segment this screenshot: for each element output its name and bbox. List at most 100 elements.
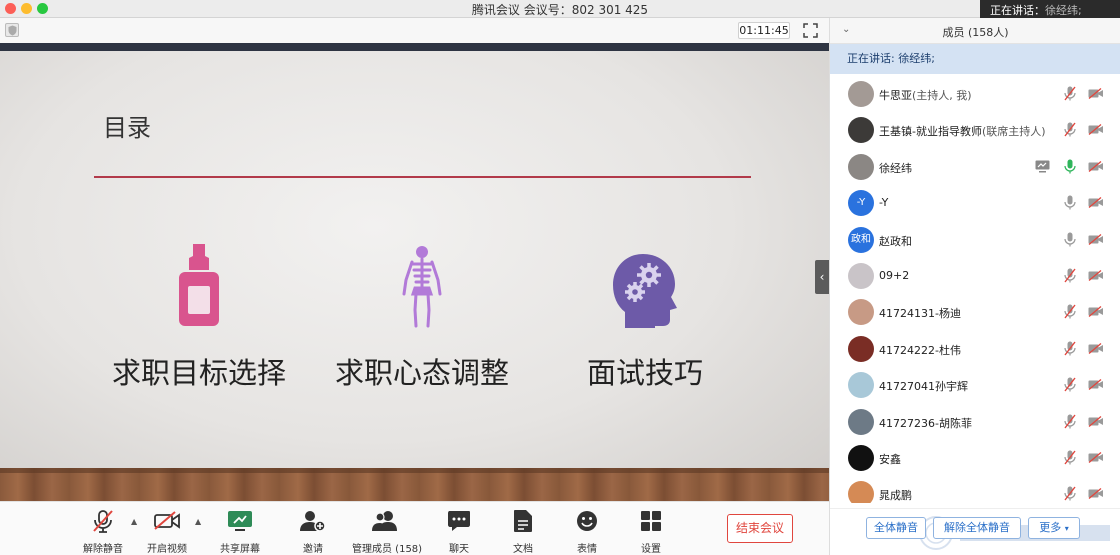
more-button[interactable]: 更多 ▾ (1028, 517, 1080, 539)
slide-divider (94, 176, 751, 178)
member-row[interactable]: 41724222-杜伟 (830, 331, 1120, 367)
members-panel-header: ⌄ 成员 (158人) (830, 18, 1120, 44)
member-row[interactable]: 安鑫 (830, 440, 1120, 476)
share-screen-label: 共享屏幕 (220, 544, 260, 555)
member-row[interactable]: 徐经纬 (830, 149, 1120, 185)
member-avatar (848, 335, 874, 362)
member-name: 41727236-胡陈菲 (879, 416, 972, 430)
camera-off-icon[interactable] (1088, 342, 1104, 354)
video-toolbar: 01:11:45 (0, 18, 829, 43)
fullscreen-icon[interactable] (803, 23, 818, 38)
security-shield-icon[interactable] (5, 23, 19, 37)
mic-muted-icon[interactable] (1064, 122, 1076, 137)
member-row[interactable]: 王基镇-就业指导教师(联席主持人) (830, 112, 1120, 148)
manage-members-button[interactable]: 管理成员 (158) (352, 508, 423, 555)
more-label: 更多 (1039, 521, 1062, 534)
start-video-label: 开启视频 (147, 544, 187, 555)
docs-label: 文档 (513, 544, 533, 555)
camera-off-icon[interactable] (1088, 197, 1104, 209)
slide-item-1: 求职目标选择 (89, 238, 309, 392)
settings-button[interactable]: 设置 (638, 508, 664, 555)
collapse-panel-button[interactable]: ‹ (815, 260, 829, 294)
members-panel-title: 成员 (158人) (942, 26, 1009, 39)
skeleton-icon (402, 246, 442, 328)
window-title: 腾讯会议 会议号：802 301 425 (471, 3, 649, 17)
camera-off-icon[interactable] (1088, 488, 1104, 500)
unmute-label: 解除静音 (83, 544, 123, 555)
start-video-button[interactable]: 开启视频 (146, 508, 188, 555)
share-screen-button[interactable]: 共享屏幕 (218, 508, 262, 555)
mic-muted-icon[interactable] (1064, 341, 1076, 356)
camera-off-icon[interactable] (1088, 379, 1104, 391)
camera-off-icon[interactable] (1088, 124, 1104, 136)
camera-off-icon[interactable] (1088, 451, 1104, 463)
camera-off-icon[interactable] (1088, 269, 1104, 281)
screen-share-icon (1035, 160, 1050, 173)
members-panel: ⌄ 成员 (158人) 正在讲话: 徐经纬; 牛思亚(主持人, 我) 王基镇-就业… (829, 18, 1120, 555)
member-avatar (848, 153, 874, 180)
member-row[interactable]: 09+2 (830, 258, 1120, 294)
camera-off-icon[interactable] (1088, 160, 1104, 172)
document-icon (514, 510, 532, 532)
invite-button[interactable]: 邀请 (298, 508, 328, 555)
camera-off-icon[interactable] (1088, 233, 1104, 245)
title-bar: 腾讯会议 会议号：802 301 425 (0, 0, 1120, 18)
member-avatar: 政和 (848, 226, 874, 253)
member-list: 牛思亚(主持人, 我) 王基镇-就业指导教师(联席主持人) 徐经纬 -Y -Y 政和 赵政和… (830, 76, 1120, 503)
mic-icon[interactable] (1064, 232, 1076, 247)
speaking-toast-name: 徐经纬; (1045, 4, 1082, 17)
docs-button[interactable]: 文档 (510, 508, 536, 555)
slide-title: 目录 (103, 114, 151, 142)
audio-options-caret-icon[interactable]: ▲ (131, 517, 137, 526)
member-avatar (848, 481, 874, 503)
mic-muted-icon[interactable] (1064, 268, 1076, 283)
member-row[interactable]: 41727041孙宇辉 (830, 367, 1120, 403)
member-row[interactable]: 政和 赵政和 (830, 222, 1120, 258)
member-name: 41724222-杜伟 (879, 343, 961, 357)
member-name: 安鑫 (879, 452, 901, 466)
chevron-left-icon: ‹ (819, 270, 825, 284)
bottom-toolbar: 解除静音 ▲ 开启视频 ▲ 共享屏幕 邀请 管理成员 (158) 聊天 文档 表… (0, 501, 829, 555)
slide-item-label: 求职心态调整 (334, 356, 509, 390)
mic-muted-icon[interactable] (1064, 486, 1076, 501)
mic-muted-icon[interactable] (1064, 304, 1076, 319)
mic-active-icon[interactable] (1064, 159, 1076, 174)
speaking-toast-prefix: 正在讲话： (990, 4, 1045, 17)
mute-all-button[interactable]: 全体静音 (866, 517, 926, 539)
head-gears-icon (613, 254, 677, 328)
mic-icon[interactable] (1064, 195, 1076, 210)
member-name: 赵政和 (879, 234, 912, 248)
mic-muted-icon (93, 510, 113, 533)
caret-down-icon: ▾ (1064, 524, 1069, 533)
member-avatar (848, 372, 874, 399)
emoji-button[interactable]: 表情 (574, 508, 600, 555)
member-row[interactable]: 晁成鹏 (830, 476, 1120, 503)
slide-item-label: 面试技巧 (586, 356, 703, 390)
member-row[interactable]: 41727236-胡陈菲 (830, 404, 1120, 440)
mic-muted-icon[interactable] (1064, 450, 1076, 465)
smiley-icon (577, 511, 597, 531)
member-avatar (848, 299, 874, 326)
member-row[interactable]: -Y -Y (830, 185, 1120, 221)
member-name: 41724131-杨迪 (879, 307, 961, 321)
members-panel-footer: 全体静音 解除全体静音 更多 ▾ (830, 508, 1120, 555)
chat-button[interactable]: 聊天 (446, 508, 472, 555)
camera-off-icon[interactable] (1088, 88, 1104, 99)
end-meeting-button[interactable]: 结束会议 (727, 514, 793, 543)
mic-muted-icon[interactable] (1064, 377, 1076, 392)
mic-muted-icon[interactable] (1064, 414, 1076, 429)
manage-members-label: 管理成员 (158) (352, 544, 423, 555)
member-avatar (848, 262, 874, 289)
slide-item-label: 求职目标选择 (111, 356, 286, 390)
unmute-button[interactable]: 解除静音 (82, 508, 124, 555)
emoji-label: 表情 (577, 544, 597, 555)
unmute-all-button[interactable]: 解除全体静音 (933, 517, 1021, 539)
member-row[interactable]: 41724131-杨迪 (830, 294, 1120, 330)
video-options-caret-icon[interactable]: ▲ (195, 517, 201, 526)
member-avatar: -Y (848, 190, 874, 217)
camera-off-icon[interactable] (1088, 306, 1104, 318)
mic-muted-icon[interactable] (1064, 86, 1076, 101)
member-avatar (848, 444, 874, 471)
member-row[interactable]: 牛思亚(主持人, 我) (830, 76, 1120, 112)
camera-off-icon[interactable] (1088, 415, 1104, 427)
